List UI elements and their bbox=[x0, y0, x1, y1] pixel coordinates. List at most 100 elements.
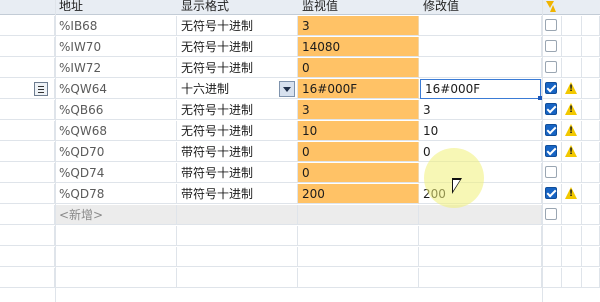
table-row[interactable]: %QB66 无符号十进制 3 3! bbox=[0, 100, 600, 121]
row-header-cell[interactable] bbox=[0, 184, 55, 204]
warning-cell: ! bbox=[562, 100, 582, 120]
address-cell[interactable]: %QD78 bbox=[55, 184, 177, 204]
modify-enable-cell bbox=[542, 142, 562, 162]
modify-value-cell[interactable] bbox=[419, 58, 542, 78]
row-header-cell[interactable] bbox=[0, 142, 55, 162]
display-format-cell bbox=[177, 247, 298, 267]
display-format-cell[interactable]: 无符号十进制 bbox=[177, 100, 298, 120]
display-format-text: 带符号十进制 bbox=[181, 145, 254, 159]
row-header-cell[interactable] bbox=[0, 121, 55, 141]
display-format-cell[interactable]: 带符号十进制 bbox=[177, 184, 298, 204]
modify-enable-checkbox[interactable] bbox=[545, 82, 557, 94]
display-format-cell[interactable]: 带符号十进制 bbox=[177, 163, 298, 183]
chevron-down-icon[interactable] bbox=[279, 81, 295, 97]
header-address[interactable]: 地址 bbox=[55, 0, 177, 14]
modify-value-cell[interactable] bbox=[419, 205, 542, 225]
table-row[interactable]: %QW68 无符号十进制 10 10! bbox=[0, 121, 600, 142]
modify-enable-checkbox[interactable] bbox=[545, 61, 557, 73]
display-format-text: 无符号十进制 bbox=[181, 124, 254, 138]
new-row[interactable]: <新增> bbox=[0, 205, 600, 226]
table-row[interactable]: %IW70 无符号十进制 14080 bbox=[0, 37, 600, 58]
header-monitor-value[interactable]: 监视值 bbox=[298, 0, 419, 14]
mouse-cursor-icon bbox=[452, 178, 462, 194]
table-row[interactable]: %QD74 带符号十进制 0 bbox=[0, 163, 600, 184]
display-format-cell bbox=[177, 268, 298, 288]
modify-enable-checkbox[interactable] bbox=[545, 103, 557, 115]
modify-enable-cell bbox=[542, 184, 562, 204]
monitor-value-cell: 16#000F bbox=[298, 79, 419, 99]
monitor-value-cell bbox=[298, 268, 419, 288]
table-row[interactable]: %QW64 十六进制 16#000F 16#000F! bbox=[0, 79, 600, 100]
header-lightning-cell[interactable] bbox=[542, 0, 562, 14]
address-cell[interactable]: %QW68 bbox=[55, 121, 177, 141]
monitor-value-cell: 0 bbox=[298, 58, 419, 78]
header-display-format[interactable]: 显示格式 bbox=[177, 0, 298, 14]
address-cell[interactable]: %QD74 bbox=[55, 163, 177, 183]
address-cell[interactable]: %QB66 bbox=[55, 100, 177, 120]
warning-mark: ! bbox=[569, 84, 574, 94]
trailing-cell bbox=[582, 247, 600, 267]
address-cell[interactable]: %QW64 bbox=[55, 79, 177, 99]
warning-cell: ! bbox=[562, 121, 582, 141]
modify-enable-checkbox[interactable] bbox=[545, 19, 557, 31]
empty-row bbox=[0, 247, 600, 268]
warning-cell: ! bbox=[562, 79, 582, 99]
row-header-cell[interactable] bbox=[0, 58, 55, 78]
modify-enable-checkbox[interactable] bbox=[545, 145, 557, 157]
display-format-text: 无符号十进制 bbox=[181, 19, 254, 33]
display-format-cell[interactable]: 无符号十进制 bbox=[177, 121, 298, 141]
row-header-cell[interactable] bbox=[0, 79, 55, 99]
modify-value-cell bbox=[419, 226, 542, 246]
modify-value-cell[interactable] bbox=[419, 37, 542, 57]
row-header-cell bbox=[0, 247, 55, 267]
address-cell bbox=[55, 226, 177, 246]
row-header-cell[interactable] bbox=[0, 100, 55, 120]
table-row[interactable]: %IB68 无符号十进制 3 bbox=[0, 16, 600, 37]
display-format-text: 无符号十进制 bbox=[181, 103, 254, 117]
modify-enable-cell bbox=[542, 247, 562, 267]
table-row[interactable]: %QD70 带符号十进制 0 0! bbox=[0, 142, 600, 163]
address-cell[interactable]: %IW72 bbox=[55, 58, 177, 78]
row-header-cell[interactable] bbox=[0, 16, 55, 36]
modify-enable-checkbox[interactable] bbox=[545, 166, 557, 178]
warning-mark: ! bbox=[569, 189, 574, 199]
address-cell[interactable]: %QD70 bbox=[55, 142, 177, 162]
warning-cell bbox=[562, 247, 582, 267]
address-cell[interactable]: %IB68 bbox=[55, 16, 177, 36]
address-cell bbox=[55, 268, 177, 288]
display-format-cell[interactable]: 带符号十进制 bbox=[177, 142, 298, 162]
address-cell[interactable]: %IW70 bbox=[55, 37, 177, 57]
header-modify-value[interactable]: 修改值 bbox=[419, 0, 542, 14]
warning-mark: ! bbox=[569, 105, 574, 115]
table-row[interactable]: %QD78带符号十进制200200! bbox=[0, 184, 600, 205]
row-header-cell[interactable] bbox=[0, 205, 55, 225]
empty-row bbox=[0, 226, 600, 247]
display-format-cell[interactable] bbox=[177, 205, 298, 225]
modify-value-cell bbox=[419, 268, 542, 288]
modify-value-cell[interactable] bbox=[419, 16, 542, 36]
warning-cell bbox=[562, 37, 582, 57]
monitor-value-cell: 0 bbox=[298, 163, 419, 183]
row-header-cell[interactable] bbox=[0, 163, 55, 183]
display-format-cell[interactable]: 无符号十进制 bbox=[177, 16, 298, 36]
warning-cell: ! bbox=[562, 184, 582, 204]
row-header-cell bbox=[0, 226, 55, 246]
modify-value-cell[interactable]: 3 bbox=[419, 100, 542, 120]
modify-enable-checkbox[interactable] bbox=[545, 124, 557, 136]
monitor-value-cell bbox=[298, 226, 419, 246]
row-header-cell[interactable] bbox=[0, 37, 55, 57]
modify-enable-cell bbox=[542, 16, 562, 36]
modify-enable-checkbox[interactable] bbox=[545, 40, 557, 52]
empty-row bbox=[0, 268, 600, 289]
table-row[interactable]: %IW72 无符号十进制 0 bbox=[0, 58, 600, 79]
modify-enable-checkbox[interactable] bbox=[545, 208, 557, 220]
display-format-cell[interactable]: 无符号十进制 bbox=[177, 37, 298, 57]
new-address-cell[interactable]: <新增> bbox=[55, 205, 177, 225]
monitor-value-cell: 3 bbox=[298, 100, 419, 120]
monitor-value-cell: 200 bbox=[298, 184, 419, 204]
modify-value-cell[interactable]: 10 bbox=[419, 121, 542, 141]
monitor-value-cell: 0 bbox=[298, 142, 419, 162]
modify-enable-checkbox[interactable] bbox=[545, 187, 557, 199]
display-format-cell[interactable]: 无符号十进制 bbox=[177, 58, 298, 78]
modify-value-input[interactable]: 16#000F bbox=[420, 79, 542, 100]
